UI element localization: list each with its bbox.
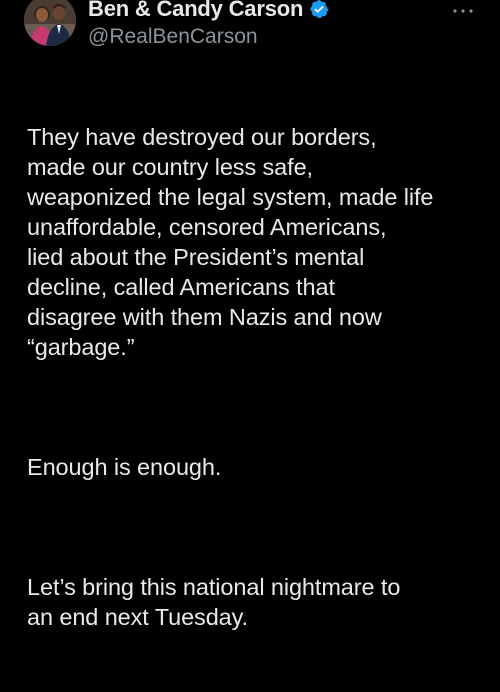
more-options-icon[interactable] — [450, 4, 476, 16]
author-info: Ben & Candy Carson @RealBenCarson — [88, 0, 329, 52]
tweet-paragraph-1: They have destroyed our borders, made ou… — [27, 124, 434, 360]
name-row: Ben & Candy Carson — [88, 0, 329, 22]
avatar-photo-icon — [24, 0, 76, 46]
tweet-card: Ben & Candy Carson @RealBenCarson They h… — [0, 0, 500, 630]
tweet-paragraph-2: Enough is enough. — [27, 454, 222, 480]
author-handle[interactable]: @RealBenCarson — [88, 23, 329, 51]
tweet-text: They have destroyed our borders, made ou… — [27, 62, 497, 692]
avatar[interactable] — [24, 0, 76, 46]
author-display-name[interactable]: Ben & Candy Carson — [88, 0, 303, 22]
tweet-paragraph-3: Let’s bring this national nightmare to a… — [27, 574, 401, 630]
verified-badge-icon[interactable] — [309, 0, 329, 19]
